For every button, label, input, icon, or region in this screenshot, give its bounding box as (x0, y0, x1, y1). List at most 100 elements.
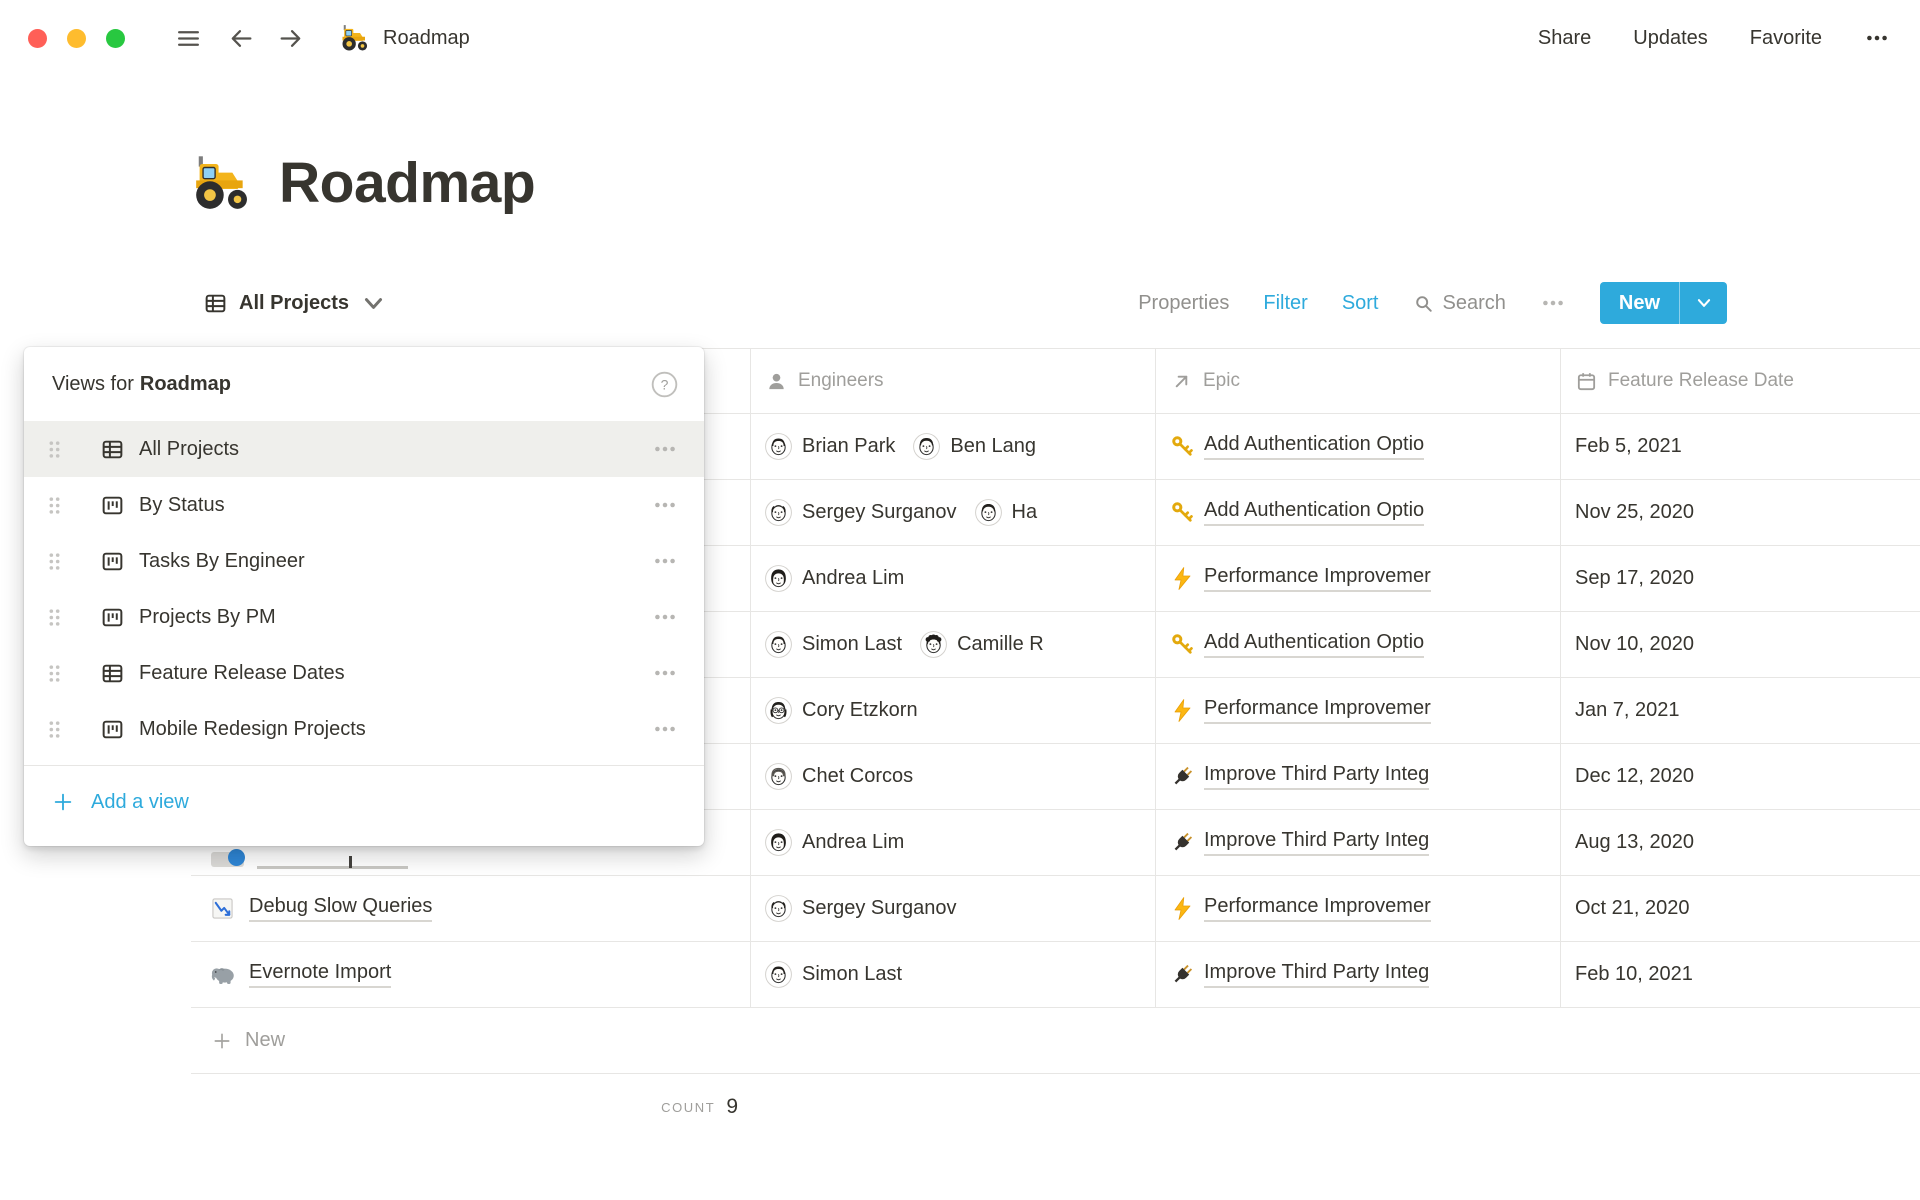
engineers-cell[interactable]: Andrea Lim (750, 546, 1155, 611)
date-cell[interactable]: Aug 13, 2020 (1560, 810, 1920, 875)
drag-handle-icon[interactable] (46, 548, 63, 575)
drag-handle-icon[interactable] (46, 660, 63, 687)
project-cell[interactable]: Evernote Import (191, 942, 750, 1007)
engineers-cell[interactable]: Andrea Lim (750, 810, 1155, 875)
breadcrumb[interactable]: Roadmap (340, 23, 470, 53)
epic-cell[interactable]: Improve Third Party Integ (1155, 744, 1560, 809)
add-view-button[interactable]: Add a view (24, 766, 704, 838)
forward-icon[interactable] (277, 25, 304, 52)
project-link[interactable]: Evernote Import (249, 961, 391, 988)
engineers-cell[interactable]: Simon Last (750, 942, 1155, 1007)
engineer-name: Chet Corcos (802, 765, 913, 788)
sort-button[interactable]: Sort (1342, 292, 1379, 315)
search-button[interactable]: Search (1413, 292, 1506, 315)
tractor-icon (340, 23, 370, 53)
epic-cell[interactable]: Add Authentication Optio (1155, 414, 1560, 479)
drag-handle-icon[interactable] (46, 492, 63, 519)
view-item-all-projects[interactable]: All Projects (24, 421, 704, 477)
view-item-menu-icon[interactable] (652, 604, 678, 630)
epic-link[interactable]: Improve Third Party Integ (1204, 961, 1429, 988)
view-item-menu-icon[interactable] (652, 716, 678, 742)
engineer: Brian Park (765, 433, 895, 460)
new-button-label[interactable]: New (1600, 282, 1679, 324)
header-release-date[interactable]: Feature Release Date (1560, 349, 1920, 413)
zoom-window-button[interactable] (106, 29, 125, 48)
epic-cell[interactable]: Performance Improvemer (1155, 546, 1560, 611)
epic-link[interactable]: Add Authentication Optio (1204, 499, 1424, 526)
avatar (765, 961, 792, 988)
engineers-cell[interactable]: Chet Corcos (750, 744, 1155, 809)
minimize-window-button[interactable] (67, 29, 86, 48)
new-row-button[interactable]: New (191, 1008, 1920, 1074)
view-item-mobile-redesign-projects[interactable]: Mobile Redesign Projects (24, 701, 704, 757)
app-window: Roadmap Share Updates Favorite Roadmap A… (0, 0, 1920, 1200)
project-cell[interactable]: Debug Slow Queries (191, 876, 750, 941)
filter-button[interactable]: Filter (1263, 292, 1307, 315)
view-item-menu-icon[interactable] (652, 548, 678, 574)
close-window-button[interactable] (28, 29, 47, 48)
drag-handle-icon[interactable] (46, 436, 63, 463)
drag-handle-icon[interactable] (46, 604, 63, 631)
date-cell[interactable]: Feb 10, 2021 (1560, 942, 1920, 1007)
view-item-feature-release-dates[interactable]: Feature Release Dates (24, 645, 704, 701)
key-icon (1170, 632, 1195, 657)
epic-link[interactable]: Performance Improvemer (1204, 565, 1431, 592)
header-engineers[interactable]: Engineers (750, 349, 1155, 413)
epic-cell[interactable]: Performance Improvemer (1155, 678, 1560, 743)
engineers-cell[interactable]: Sergey Surganov Ha (750, 480, 1155, 545)
avatar (765, 433, 792, 460)
zap-icon (1170, 566, 1195, 591)
properties-button[interactable]: Properties (1138, 292, 1229, 315)
view-item-menu-icon[interactable] (652, 660, 678, 686)
date-cell[interactable]: Jan 7, 2021 (1560, 678, 1920, 743)
engineers-cell[interactable]: Sergey Surganov (750, 876, 1155, 941)
date-cell[interactable]: Sep 17, 2020 (1560, 546, 1920, 611)
drag-handle-icon[interactable] (46, 716, 63, 743)
epic-link[interactable]: Performance Improvemer (1204, 895, 1431, 922)
view-selector[interactable]: All Projects (203, 291, 386, 316)
favorite-button[interactable]: Favorite (1750, 27, 1822, 50)
project-link[interactable]: Debug Slow Queries (249, 895, 432, 922)
engineers-cell[interactable]: Brian Park Ben Lang (750, 414, 1155, 479)
share-button[interactable]: Share (1538, 27, 1591, 50)
engineer-name: Ha (1012, 501, 1038, 524)
view-item-menu-icon[interactable] (652, 436, 678, 462)
epic-cell[interactable]: Performance Improvemer (1155, 876, 1560, 941)
help-icon[interactable]: ? (651, 371, 678, 398)
view-item-projects-by-pm[interactable]: Projects By PM (24, 589, 704, 645)
updates-button[interactable]: Updates (1633, 27, 1708, 50)
view-toolbar: All Projects Properties Filter Sort Sear… (203, 281, 1727, 325)
date-cell[interactable]: Oct 21, 2020 (1560, 876, 1920, 941)
back-icon[interactable] (228, 25, 255, 52)
epic-cell[interactable]: Improve Third Party Integ (1155, 810, 1560, 875)
new-button[interactable]: New (1600, 282, 1727, 324)
engineer: Camille R (920, 631, 1044, 658)
epic-cell[interactable]: Improve Third Party Integ (1155, 942, 1560, 1007)
header-engineers-label: Engineers (798, 370, 884, 392)
new-button-dropdown[interactable] (1680, 282, 1727, 324)
header-epic[interactable]: Epic (1155, 349, 1560, 413)
engineers-cell[interactable]: Simon Last Camille R (750, 612, 1155, 677)
epic-cell[interactable]: Add Authentication Optio (1155, 480, 1560, 545)
view-item-by-status[interactable]: By Status (24, 477, 704, 533)
search-icon (1413, 293, 1434, 314)
date-cell[interactable]: Feb 5, 2021 (1560, 414, 1920, 479)
epic-link[interactable]: Add Authentication Optio (1204, 433, 1424, 460)
view-options-icon[interactable] (1540, 290, 1566, 316)
epic-link[interactable]: Performance Improvemer (1204, 697, 1431, 724)
date-cell[interactable]: Nov 25, 2020 (1560, 480, 1920, 545)
epic-link[interactable]: Improve Third Party Integ (1204, 829, 1429, 856)
engineer: Chet Corcos (765, 763, 913, 790)
date-cell[interactable]: Nov 10, 2020 (1560, 612, 1920, 677)
table-view-icon (203, 291, 228, 316)
date-cell[interactable]: Dec 12, 2020 (1560, 744, 1920, 809)
epic-link[interactable]: Improve Third Party Integ (1204, 763, 1429, 790)
more-menu-icon[interactable] (1864, 25, 1890, 51)
view-item-tasks-by-engineer[interactable]: Tasks By Engineer (24, 533, 704, 589)
epic-cell[interactable]: Add Authentication Optio (1155, 612, 1560, 677)
epic-link[interactable]: Add Authentication Optio (1204, 631, 1424, 658)
page-tractor-icon[interactable] (191, 152, 253, 214)
sidebar-menu-icon[interactable] (175, 25, 202, 52)
engineers-cell[interactable]: Cory Etzkorn (750, 678, 1155, 743)
view-item-menu-icon[interactable] (652, 492, 678, 518)
